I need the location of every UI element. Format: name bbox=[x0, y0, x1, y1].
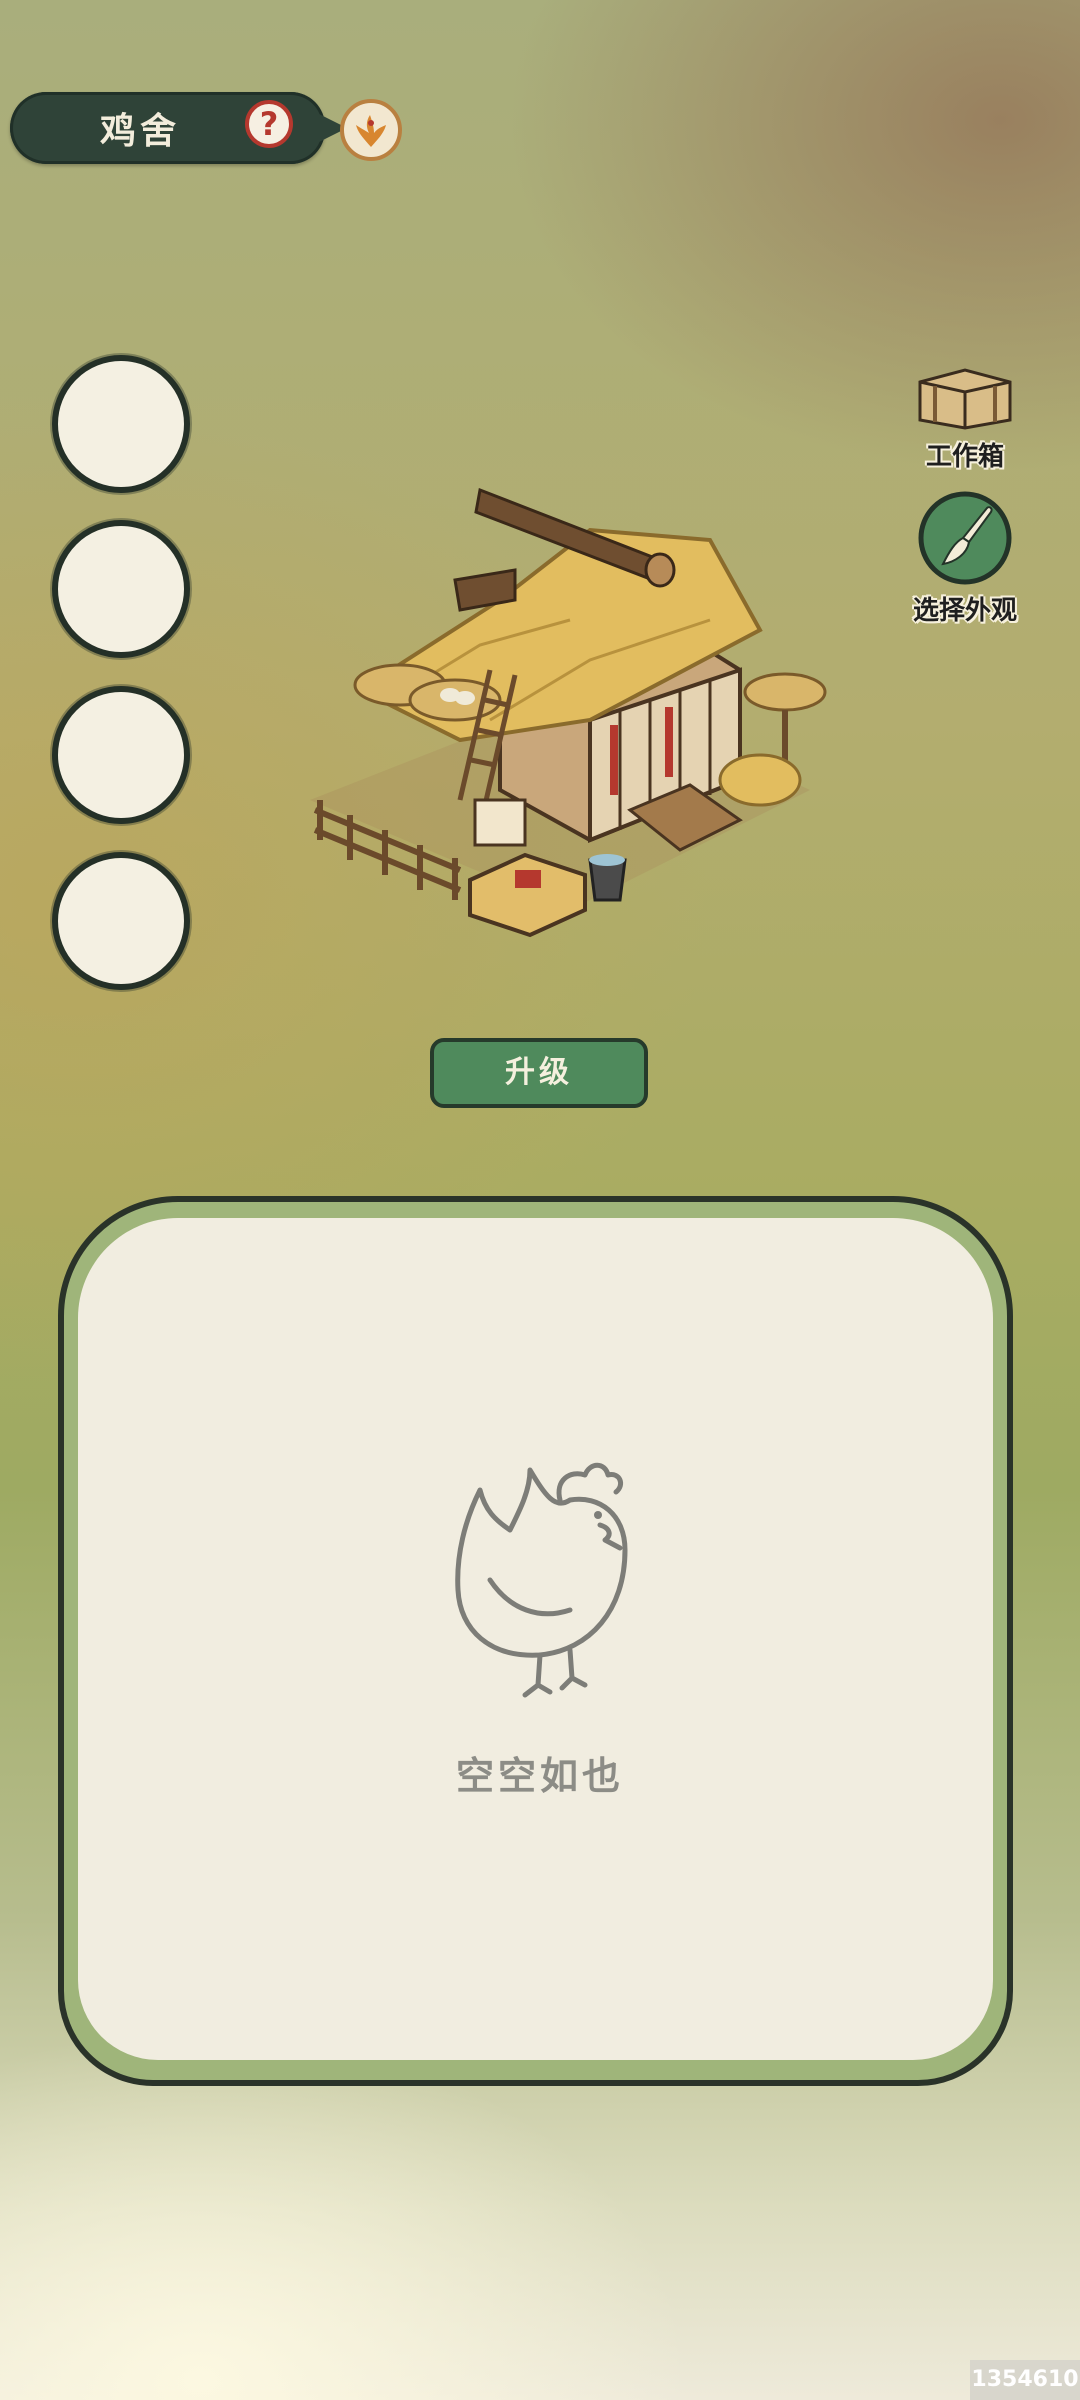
brush-icon bbox=[918, 491, 1012, 585]
workbox-label: 工作箱 bbox=[925, 442, 1004, 472]
hen-slot-4[interactable] bbox=[52, 852, 190, 990]
chicken-coop-illustration[interactable] bbox=[290, 470, 850, 960]
upgrade-button[interactable]: 升级 bbox=[430, 1038, 648, 1108]
empty-state-text: 空空如也 bbox=[455, 1753, 624, 1798]
select-appearance-button[interactable]: 选择外观 bbox=[895, 490, 1035, 627]
phoenix-icon[interactable] bbox=[340, 99, 402, 161]
hen-slot-3[interactable] bbox=[52, 686, 190, 824]
hen-slot-1[interactable] bbox=[52, 355, 190, 493]
question-mark-icon[interactable]: ? bbox=[245, 100, 293, 148]
chest-icon bbox=[918, 368, 1012, 430]
hen-slot-2[interactable] bbox=[52, 520, 190, 658]
page-title: 鸡舍 bbox=[100, 110, 181, 152]
id-badge: 1354610 bbox=[970, 2360, 1080, 2400]
appearance-label: 选择外观 bbox=[912, 596, 1017, 626]
chicken-outline-icon bbox=[455, 1462, 628, 1698]
workbox-button[interactable]: 工作箱 bbox=[895, 362, 1035, 473]
